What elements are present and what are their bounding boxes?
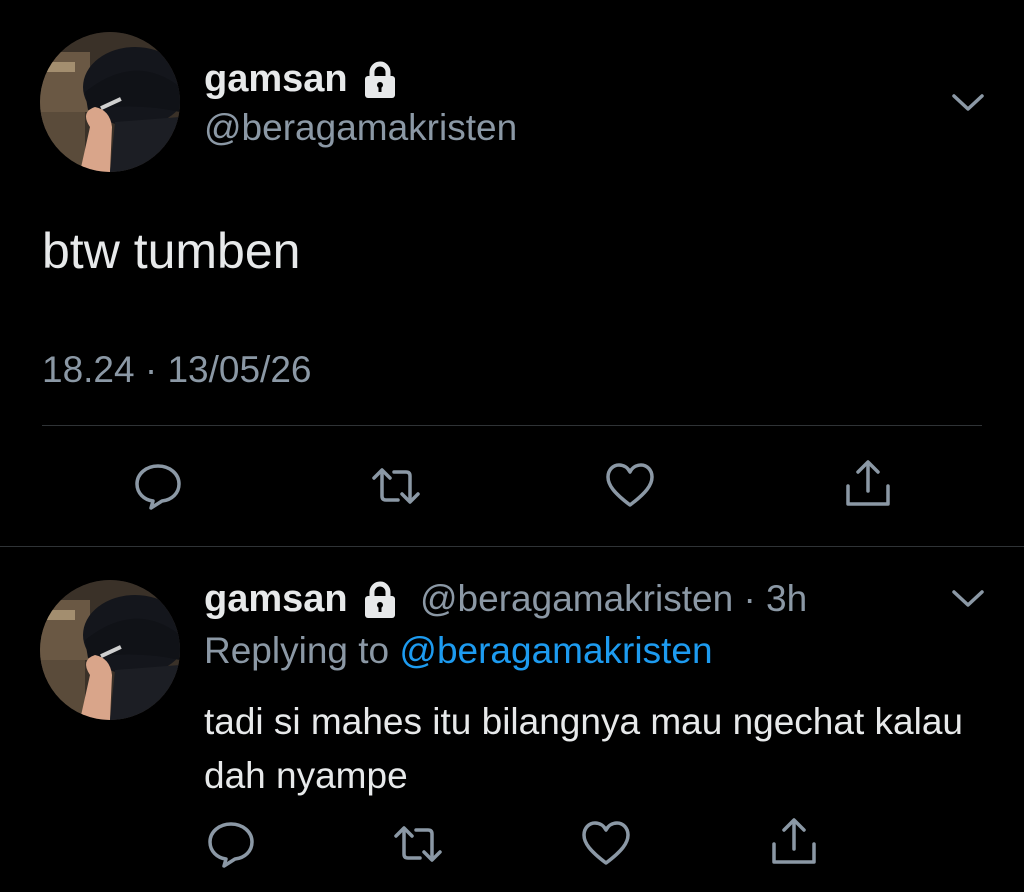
author-display-name[interactable]: gamsan <box>204 58 348 101</box>
share-icon[interactable] <box>768 816 820 868</box>
like-icon[interactable] <box>604 460 656 512</box>
author-handle[interactable]: @beragamakristen <box>204 107 517 149</box>
author-name-row: gamsan <box>204 58 398 101</box>
reply-author-name-row: gamsan <box>204 578 398 621</box>
reply-author-handle[interactable]: @beragamakristen <box>420 578 733 619</box>
reply-author-display-name[interactable]: gamsan <box>204 578 348 621</box>
reply-icon[interactable] <box>205 818 257 870</box>
chevron-down-icon[interactable] <box>950 92 986 114</box>
tweet-separator <box>0 546 1024 547</box>
separator-dot: · <box>743 578 756 619</box>
retweet-icon[interactable] <box>392 818 444 870</box>
tweet-text: btw tumben <box>42 223 301 279</box>
lock-icon <box>362 61 398 99</box>
share-icon[interactable] <box>842 458 894 510</box>
replying-to-line: Replying to @beragamakristen <box>204 630 713 672</box>
replying-to-mention[interactable]: @beragamakristen <box>399 630 712 671</box>
reply-time-ago[interactable]: 3h <box>766 578 807 619</box>
replying-to-label: Replying to <box>204 630 390 671</box>
retweet-icon[interactable] <box>370 460 422 512</box>
reply-handle-row: @beragamakristen · 3h <box>420 578 807 620</box>
chevron-down-icon[interactable] <box>950 588 986 610</box>
divider <box>42 425 982 426</box>
like-icon[interactable] <box>580 818 632 870</box>
reply-text: tadi si mahes itu bilangnya mau ngechat … <box>204 701 963 796</box>
tweet-timestamp[interactable]: 18.24 · 13/05/26 <box>42 349 312 391</box>
main-tweet: gamsan @beragamakristen btw tumben 18.24… <box>0 0 1024 546</box>
lock-icon <box>362 581 398 619</box>
reply-icon[interactable] <box>132 460 184 512</box>
avatar[interactable] <box>40 580 180 720</box>
avatar[interactable] <box>40 32 180 172</box>
